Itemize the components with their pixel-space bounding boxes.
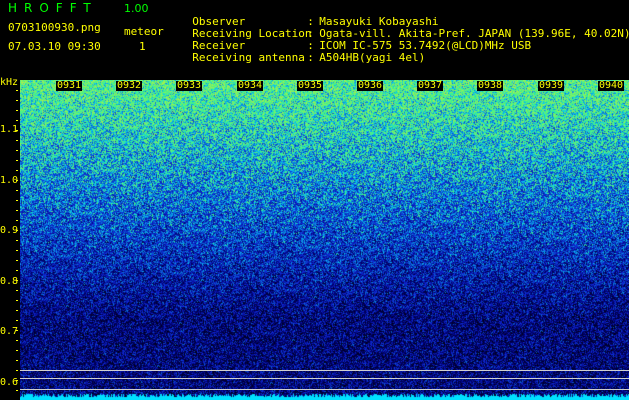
ruler-tick <box>16 300 18 301</box>
ruler-tick <box>16 320 18 321</box>
ruler-tick <box>16 360 18 361</box>
ruler-tick <box>16 310 18 311</box>
ruler-tick <box>16 280 18 281</box>
ruler-tick <box>16 110 18 111</box>
ruler-tick <box>16 370 18 371</box>
ruler-tick <box>16 390 18 391</box>
ruler-tick <box>16 200 18 201</box>
spectrogram-canvas <box>20 80 629 400</box>
ruler-tick <box>16 380 18 381</box>
time-tick-label: 0933 <box>176 80 203 91</box>
freq-tick-label: 0.8 <box>0 276 19 287</box>
separator: : <box>307 51 314 64</box>
marker-line <box>20 389 629 390</box>
app-title: HROFFT <box>8 1 98 15</box>
ruler-tick <box>16 170 18 171</box>
freq-tick-label: 1.0 <box>0 175 19 186</box>
capture-datetime: 07.03.10 09:30 <box>8 40 101 53</box>
ruler-tick <box>16 120 18 121</box>
ruler-tick <box>16 150 18 151</box>
ruler-tick <box>16 220 18 221</box>
freq-tick-label: 0.9 <box>0 225 19 236</box>
time-tick-label: 0937 <box>417 80 444 91</box>
app-version: 1.00 <box>124 2 149 15</box>
ruler-tick <box>16 180 18 181</box>
antenna-key: Receiving antenna <box>192 51 305 64</box>
ruler-tick <box>16 240 18 241</box>
y-unit-label: kHz <box>0 77 19 88</box>
marker-line <box>20 378 629 379</box>
time-tick-label: 0932 <box>116 80 143 91</box>
ruler-tick <box>16 90 18 91</box>
freq-tick-label: 0.7 <box>0 326 19 337</box>
time-tick-label: 0935 <box>297 80 324 91</box>
meteor-count: 1 <box>139 40 146 53</box>
ruler-tick <box>16 190 18 191</box>
ruler-tick <box>16 330 18 331</box>
time-tick-label: 0936 <box>357 80 384 91</box>
time-tick-label: 0940 <box>598 80 625 91</box>
time-tick-label: 0939 <box>538 80 565 91</box>
ruler-tick <box>16 210 18 211</box>
ruler-tick <box>16 270 18 271</box>
marker-line <box>20 370 629 371</box>
ruler-tick <box>16 350 18 351</box>
ruler-tick <box>16 230 18 231</box>
ruler-tick <box>16 160 18 161</box>
ruler-tick <box>16 140 18 141</box>
meteor-label: meteor <box>124 25 164 38</box>
file-name: 0703100930.png <box>8 21 101 34</box>
ruler-tick <box>16 290 18 291</box>
time-tick-label: 0931 <box>56 80 83 91</box>
antenna-row: Receiving antenna: A504HB(yagi 4el) <box>179 40 425 64</box>
ruler-tick <box>16 130 18 131</box>
time-tick-label: 0938 <box>477 80 504 91</box>
ruler-tick <box>16 260 18 261</box>
time-tick-label: 0934 <box>237 80 264 91</box>
ruler-tick <box>16 100 18 101</box>
ruler-tick <box>16 250 18 251</box>
ruler-tick <box>16 340 18 341</box>
antenna-value: A504HB(yagi 4el) <box>319 51 426 64</box>
